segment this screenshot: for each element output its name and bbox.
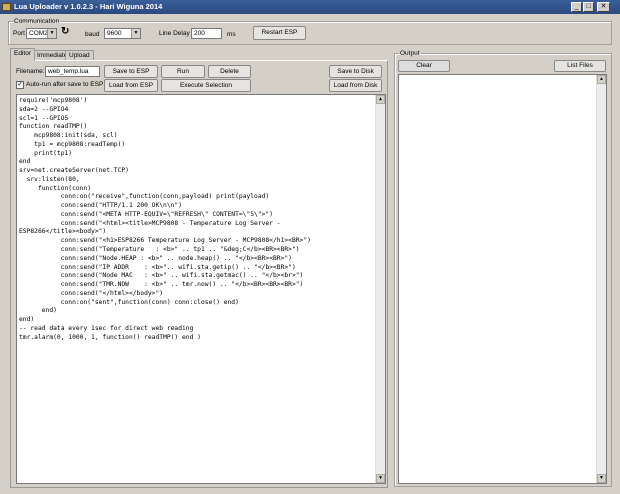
code-editor[interactable]: require('mcp9808') sda=2 --GPIO4 scl=1 -… <box>16 94 386 484</box>
run-button[interactable]: Run <box>161 65 205 78</box>
refresh-icon[interactable]: ↻ <box>61 27 69 37</box>
restart-esp-button[interactable]: Restart ESP <box>253 26 306 40</box>
load-from-esp-button[interactable]: Load from ESP <box>104 79 158 92</box>
app-icon <box>2 3 11 11</box>
autorun-label: Auto-run after save to ESP <box>26 81 104 88</box>
chevron-down-icon: ▼ <box>47 29 56 38</box>
port-select[interactable]: COM28 ▼ <box>26 28 57 39</box>
filename-label: Filename: <box>16 68 45 75</box>
minimize-button[interactable]: _ <box>571 2 582 12</box>
line-delay-input[interactable]: 200 <box>191 28 222 39</box>
autorun-checkbox[interactable]: ✓ <box>16 81 24 89</box>
code-text: require('mcp9808') sda=2 --GPIO4 scl=1 -… <box>19 97 311 341</box>
output-legend: Output <box>400 50 420 57</box>
save-to-esp-button[interactable]: Save to ESP <box>104 65 158 78</box>
close-button[interactable]: ✕ <box>597 2 610 12</box>
scroll-up-icon[interactable]: ▲ <box>597 75 606 84</box>
scroll-down-icon[interactable]: ▼ <box>597 474 606 483</box>
ms-label: ms <box>227 31 236 38</box>
communication-legend: Communication <box>14 18 60 25</box>
save-to-disk-button[interactable]: Save to Disk <box>329 65 382 78</box>
maximize-button[interactable]: □ <box>583 2 594 12</box>
execute-selection-button[interactable]: Execute Selection <box>161 79 251 92</box>
output-scrollbar[interactable]: ▲ ▼ <box>596 75 606 483</box>
title-bar: Lua Uploader v 1.0.2.3 - Hari Wiguna 201… <box>0 0 620 14</box>
tab-editor[interactable]: Editor <box>10 48 35 61</box>
baud-value: 9600 <box>107 30 122 37</box>
port-label: Port <box>13 30 25 37</box>
baud-select[interactable]: 9600 ▼ <box>104 28 141 39</box>
line-delay-label: Line Delay <box>159 30 190 37</box>
load-from-disk-button[interactable]: Load from Disk <box>329 79 382 92</box>
filename-input[interactable]: web_temp.lua <box>45 66 100 77</box>
list-files-button[interactable]: List Files <box>554 60 606 72</box>
scroll-down-icon[interactable]: ▼ <box>376 474 385 483</box>
chevron-down-icon: ▼ <box>131 29 140 38</box>
baud-label: baud <box>85 31 100 38</box>
code-scrollbar[interactable]: ▲ ▼ <box>375 95 385 483</box>
output-console[interactable]: ▲ ▼ <box>398 74 607 484</box>
clear-button[interactable]: Clear <box>398 60 450 72</box>
scroll-up-icon[interactable]: ▲ <box>376 95 385 104</box>
delete-button[interactable]: Delete <box>208 65 251 78</box>
